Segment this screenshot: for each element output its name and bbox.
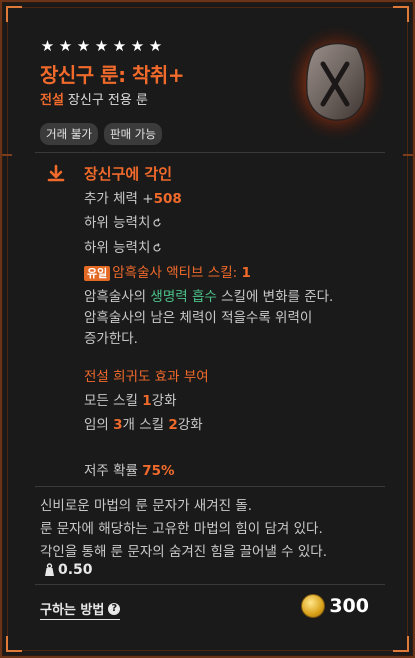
divider [35, 486, 385, 487]
curse-value: 75% [142, 463, 175, 479]
all-skill-label: 모든 스킬 [84, 393, 143, 409]
sub-stat-label: 하위 능력치 [84, 240, 151, 256]
how-to-get-label[interactable]: 구하는 방법 [40, 599, 104, 618]
stat-health: 추가 체력 +508 [84, 187, 182, 207]
skill-value: 1 [241, 265, 251, 281]
corner-ornament [6, 6, 22, 22]
star-icon: ★ [94, 37, 109, 55]
weight-icon [45, 563, 54, 576]
random-skill-label: 임의 [84, 417, 114, 433]
unique-skill-line: 유일 암흑술사 액티브 스킬: 1 [84, 261, 251, 281]
how-to-get-link[interactable]: 구하는 방법 ? [40, 599, 121, 620]
sub-stat-1: 하위 능력치 [84, 211, 162, 231]
corner-ornament [393, 6, 409, 22]
divider [35, 152, 385, 153]
skill-effect-line3: 증가한다. [84, 331, 138, 347]
effect-text: 암흑술사의 [84, 289, 151, 305]
description-line: 룬 문자에 해당하는 고유한 마법의 힘이 담겨 있다. [40, 521, 323, 537]
all-skill-value: 1 [142, 393, 152, 409]
random-skill-mid: 개 스킬 [122, 417, 169, 433]
weight-value: 0.50 [58, 562, 93, 578]
item-name: 장신구 룬: 착취+ [40, 63, 185, 87]
skill-effect-line2: 암흑술사의 남은 체력이 적을수록 위력이 [84, 310, 313, 326]
sell-price: 300 [301, 594, 369, 618]
random-skill-suffix: 강화 [177, 417, 203, 433]
curse-label: 저주 확률 [84, 463, 143, 479]
item-category: 장신구 전용 룬 [67, 93, 148, 108]
stat-label: 추가 체력 + [84, 191, 154, 207]
rarity-label: 전설 [40, 93, 64, 108]
random-skill-count: 3 [113, 417, 123, 433]
star-icon: ★ [130, 37, 145, 55]
skill-label: 암흑술사 액티브 스킬: [112, 265, 242, 281]
unique-badge: 유일 [84, 266, 111, 281]
rune-stone-icon [285, 24, 387, 142]
star-icon: ★ [58, 37, 73, 55]
all-skill-line: 모든 스킬 1강화 [84, 389, 177, 409]
sub-stat-2: 하위 능력치 [84, 236, 162, 256]
reroll-icon [153, 243, 162, 252]
trade-tags: 거래 불가 판매 가능 [40, 123, 162, 145]
gold-coin-icon [301, 594, 326, 618]
stat-value: 508 [153, 191, 182, 207]
edge-ornament [2, 154, 12, 156]
description-line: 신비로운 마법의 룬 문자가 새겨진 돌. [40, 498, 253, 514]
edge-ornament [403, 154, 413, 156]
legend-rarity-title: 전설 희귀도 효과 부여 [84, 369, 209, 385]
tag-sellable: 판매 가능 [103, 123, 162, 145]
random-skill-value: 2 [168, 417, 178, 433]
help-icon[interactable]: ? [108, 602, 121, 615]
skill-effect-line1: 암흑술사의 생명력 흡수 스킬에 변화를 준다. [84, 285, 333, 305]
corner-ornament [393, 636, 409, 652]
description-line: 각인을 통해 룬 문자의 숨겨진 힘을 끌어낼 수 있다. [40, 544, 328, 560]
engrave-section-title: 장신구에 각인 [84, 165, 173, 183]
curse-chance-line: 저주 확률 75% [84, 459, 175, 479]
effect-skill-name: 생명력 흡수 [150, 289, 217, 305]
reroll-icon [153, 218, 162, 227]
random-skill-line: 임의 3개 스킬 2강화 [84, 413, 203, 433]
tag-untradeable: 거래 불가 [40, 123, 98, 145]
star-icon: ★ [76, 37, 91, 55]
engrave-arrow-icon [47, 164, 65, 182]
effect-text: 스킬에 변화를 준다. [216, 289, 334, 305]
star-icon: ★ [148, 37, 163, 55]
sub-stat-label: 하위 능력치 [84, 215, 151, 231]
price-value: 300 [329, 595, 369, 617]
item-weight: 0.50 [43, 562, 93, 578]
corner-ornament [6, 636, 22, 652]
item-tooltip: ★ ★ ★ ★ ★ ★ ★ 장신구 룬: 착취+ 전설 장신구 전용 룬 거래 … [0, 0, 415, 658]
divider [35, 584, 385, 585]
star-rating: ★ ★ ★ ★ ★ ★ ★ [40, 39, 163, 54]
star-icon: ★ [40, 37, 55, 55]
item-type-line: 전설 장신구 전용 룬 [40, 89, 148, 108]
all-skill-suffix: 강화 [151, 393, 177, 409]
star-icon: ★ [112, 37, 127, 55]
